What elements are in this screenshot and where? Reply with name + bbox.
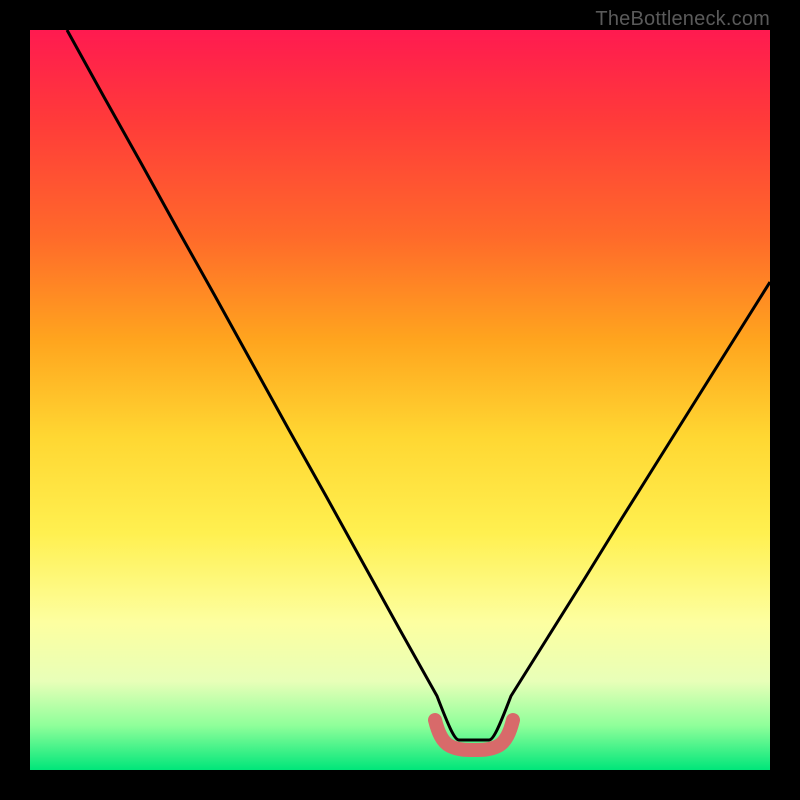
optimal-range-marker [435, 720, 513, 750]
bottleneck-curve-line [67, 30, 770, 740]
chart-svg [30, 30, 770, 770]
watermark-text: TheBottleneck.com [595, 8, 770, 31]
chart-container: TheBottleneck.com [0, 0, 800, 800]
plot-area [30, 30, 770, 770]
